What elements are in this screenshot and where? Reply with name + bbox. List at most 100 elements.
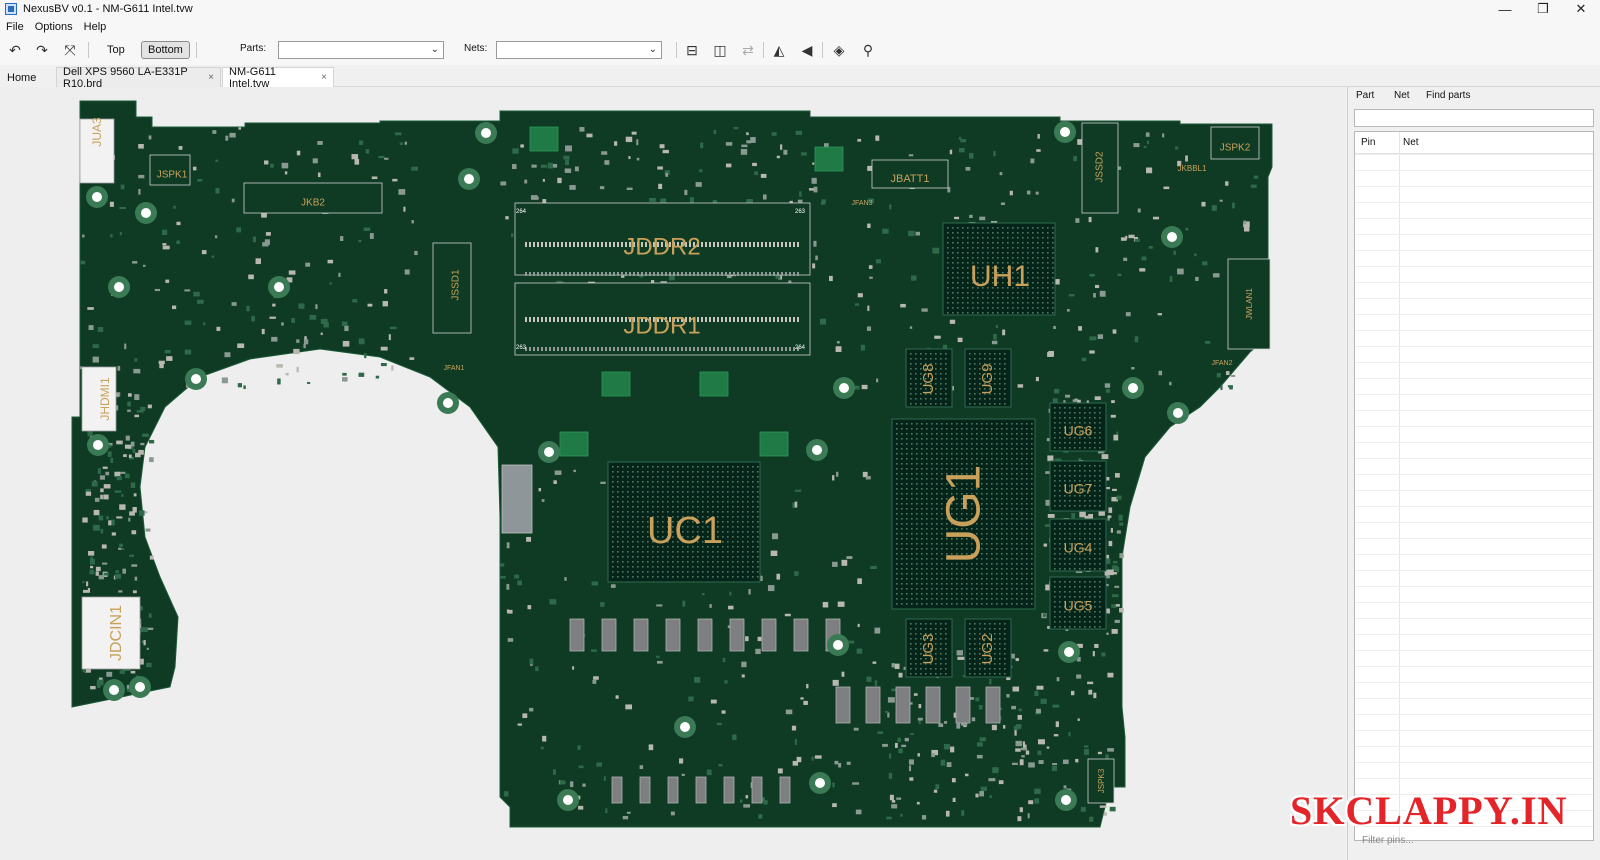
- smd-pad[interactable]: [541, 499, 545, 502]
- smd-pad[interactable]: [657, 166, 663, 170]
- smd-pad[interactable]: [524, 179, 528, 184]
- smd-pad[interactable]: [877, 731, 884, 735]
- smd-pad[interactable]: [1250, 184, 1257, 188]
- smd-pad[interactable]: [131, 564, 138, 567]
- smd-pad[interactable]: [134, 394, 140, 400]
- smd-pad[interactable]: [296, 150, 301, 156]
- smd-pad[interactable]: [503, 791, 509, 797]
- smd-pad[interactable]: [1163, 186, 1170, 190]
- smd-pad[interactable]: [1009, 190, 1013, 196]
- smd-pad[interactable]: [92, 344, 99, 349]
- smd-pad[interactable]: [900, 813, 903, 817]
- smd-pad[interactable]: [342, 372, 347, 376]
- smd-pad[interactable]: [1036, 149, 1041, 152]
- smd-pad[interactable]: [626, 187, 633, 190]
- smd-pad[interactable]: [815, 255, 818, 261]
- refdes-ug8[interactable]: UG8: [920, 364, 937, 395]
- test-point[interactable]: [814, 146, 844, 172]
- smd-pad[interactable]: [527, 605, 532, 610]
- table-row[interactable]: [1355, 730, 1593, 731]
- table-row[interactable]: [1355, 218, 1593, 219]
- smd-pad[interactable]: [1114, 619, 1120, 623]
- smd-pad[interactable]: [540, 746, 544, 750]
- smd-pad[interactable]: [918, 704, 922, 709]
- smd-pad[interactable]: [1146, 140, 1150, 145]
- smd-pad[interactable]: [1128, 234, 1135, 239]
- smd-pad[interactable]: [857, 623, 860, 628]
- smd-pad[interactable]: [1101, 454, 1109, 460]
- smd-pad[interactable]: [388, 334, 391, 341]
- smd-pad[interactable]: [915, 231, 921, 236]
- smd-pad[interactable]: [291, 318, 295, 323]
- smd-pad[interactable]: [125, 435, 130, 441]
- menu-file[interactable]: File: [6, 21, 24, 33]
- smd-pad[interactable]: [87, 587, 91, 592]
- smd-pad[interactable]: [1143, 145, 1147, 149]
- smd-pad[interactable]: [1173, 250, 1176, 255]
- smd-pad[interactable]: [1084, 515, 1091, 519]
- smd-pad[interactable]: [216, 326, 221, 331]
- smd-pad[interactable]: [414, 250, 418, 256]
- smd-pad[interactable]: [358, 338, 365, 345]
- smd-pad[interactable]: [148, 613, 152, 618]
- smd-pad[interactable]: [1034, 788, 1041, 794]
- smd-pad[interactable]: [946, 762, 952, 768]
- smd-pad[interactable]: [176, 221, 181, 226]
- smd-pad[interactable]: [846, 556, 853, 560]
- smd-pad[interactable]: [659, 144, 665, 149]
- smd-pad[interactable]: [101, 544, 107, 549]
- smd-pad[interactable]: [317, 172, 321, 178]
- smd-pad[interactable]: [771, 132, 777, 136]
- smd-pad[interactable]: [933, 789, 938, 793]
- smd-pad[interactable]: [604, 160, 610, 165]
- refdes-jddr1[interactable]: JDDR1: [623, 312, 700, 339]
- smd-pad[interactable]: [820, 202, 826, 205]
- smd-pad[interactable]: [1158, 370, 1163, 376]
- smd-pad[interactable]: [358, 140, 364, 145]
- smd-pad[interactable]: [900, 303, 906, 308]
- smd-pad[interactable]: [860, 344, 865, 351]
- smd-pad[interactable]: [184, 320, 192, 325]
- refdes-jfan3[interactable]: JFAN3: [851, 200, 872, 207]
- smd-pad[interactable]: [320, 332, 323, 336]
- smd-pad[interactable]: [146, 662, 152, 668]
- smd-pad[interactable]: [578, 765, 584, 769]
- smd-pad[interactable]: [909, 777, 914, 781]
- smd-pad[interactable]: [265, 232, 271, 236]
- smd-pad[interactable]: [161, 362, 164, 368]
- smd-pad[interactable]: [327, 259, 334, 264]
- smd-pad[interactable]: [145, 528, 151, 532]
- smd-pad[interactable]: [988, 778, 996, 782]
- smd-pad[interactable]: [565, 159, 569, 166]
- smd-pad[interactable]: [688, 696, 694, 702]
- smd-pad[interactable]: [382, 301, 388, 307]
- inductor[interactable]: [697, 618, 713, 652]
- inductor[interactable]: [633, 618, 649, 652]
- smd-pad[interactable]: [1065, 394, 1071, 398]
- smd-pad[interactable]: [557, 177, 562, 184]
- smd-pad[interactable]: [978, 705, 983, 710]
- smd-pad[interactable]: [96, 684, 100, 688]
- smd-pad[interactable]: [403, 206, 406, 212]
- smd-pad[interactable]: [97, 327, 104, 332]
- smd-pad[interactable]: [1017, 384, 1024, 388]
- menu-options[interactable]: Options: [35, 21, 73, 33]
- smd-pad[interactable]: [1152, 216, 1160, 220]
- smd-pad[interactable]: [910, 732, 914, 736]
- smd-pad[interactable]: [140, 627, 148, 633]
- swap-icon[interactable]: ⇄: [738, 41, 758, 59]
- smd-pad[interactable]: [1220, 384, 1223, 390]
- smd-pad[interactable]: [741, 661, 747, 668]
- smd-pad[interactable]: [165, 279, 170, 283]
- smd-pad[interactable]: [648, 744, 654, 751]
- smd-pad[interactable]: [894, 663, 900, 670]
- refdes-ug4[interactable]: UG4: [1064, 540, 1093, 556]
- smd-pad[interactable]: [954, 216, 960, 220]
- smd-pad[interactable]: [93, 524, 100, 531]
- smd-pad[interactable]: [162, 229, 168, 236]
- smd-pad[interactable]: [743, 804, 751, 808]
- smd-pad[interactable]: [1055, 279, 1060, 285]
- smd-pad[interactable]: [916, 801, 920, 805]
- tab-dell-xps[interactable]: Dell XPS 9560 LA-E331P R10.brd ×: [56, 66, 221, 90]
- smd-pad[interactable]: [149, 555, 154, 560]
